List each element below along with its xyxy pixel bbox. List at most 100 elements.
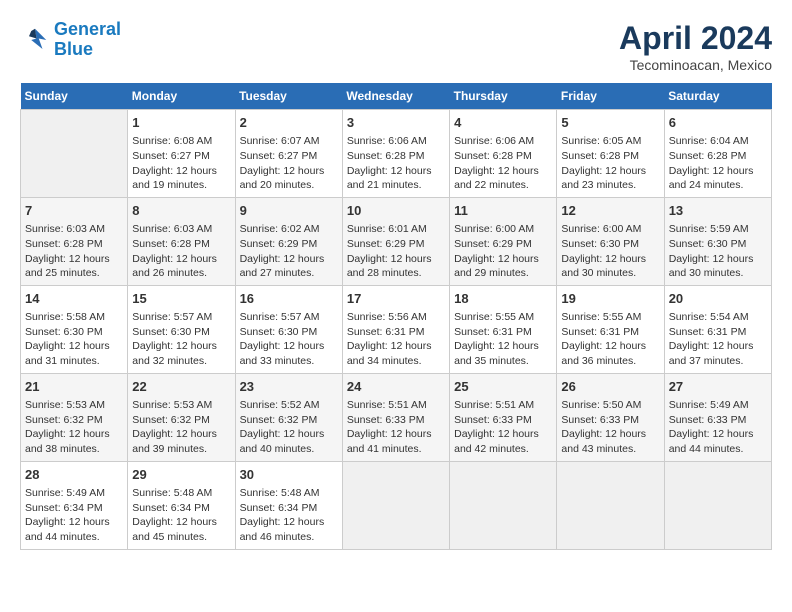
calendar-cell: 3 Sunrise: 6:06 AMSunset: 6:28 PMDaylight… xyxy=(342,110,449,198)
calendar-cell: 26Sunrise: 5:50 AMSunset: 6:33 PMDayligh… xyxy=(557,373,664,461)
title-area: April 2024 Tecominoacan, Mexico xyxy=(619,20,772,73)
day-number: 27 xyxy=(669,378,767,396)
day-number: 26 xyxy=(561,378,659,396)
day-info: Sunrise: 5:53 AMSunset: 6:32 PMDaylight:… xyxy=(25,398,123,457)
day-info: Sunrise: 5:53 AMSunset: 6:32 PMDaylight:… xyxy=(132,398,230,457)
logo-text: General xyxy=(54,20,121,40)
calendar-cell: 19 Sunrise: 5:55 AMSunset: 6:31 PMDayligh… xyxy=(557,285,664,373)
day-info: Sunrise: 5:48 AMSunset: 6:34 PMDaylight:… xyxy=(240,486,338,545)
day-number: 8 xyxy=(132,202,230,220)
calendar-week-5: 28Sunrise: 5:49 AMSunset: 6:34 PMDayligh… xyxy=(21,461,772,549)
day-info: Sunrise: 6:03 AMSunset: 6:28 PMDaylight:… xyxy=(132,222,230,281)
calendar-cell: 28Sunrise: 5:49 AMSunset: 6:34 PMDayligh… xyxy=(21,461,128,549)
calendar-cell: 9 Sunrise: 6:02 AMSunset: 6:29 PMDaylight… xyxy=(235,197,342,285)
day-number: 20 xyxy=(669,290,767,308)
day-number: 19 xyxy=(561,290,659,308)
calendar-week-4: 21 Sunrise: 5:53 AMSunset: 6:32 PMDayligh… xyxy=(21,373,772,461)
calendar-cell: 4 Sunrise: 6:06 AMSunset: 6:28 PMDaylight… xyxy=(450,110,557,198)
weekday-header-row: SundayMondayTuesdayWednesdayThursdayFrid… xyxy=(21,83,772,110)
calendar-week-2: 7Sunrise: 6:03 AMSunset: 6:28 PMDaylight… xyxy=(21,197,772,285)
day-number: 6 xyxy=(669,114,767,132)
day-number: 3 xyxy=(347,114,445,132)
weekday-header-saturday: Saturday xyxy=(664,83,771,110)
day-info: Sunrise: 6:06 AMSunset: 6:28 PMDaylight:… xyxy=(454,134,552,193)
logo: General Blue xyxy=(20,20,121,60)
weekday-header-sunday: Sunday xyxy=(21,83,128,110)
day-info: Sunrise: 5:52 AMSunset: 6:32 PMDaylight:… xyxy=(240,398,338,457)
day-info: Sunrise: 5:48 AMSunset: 6:34 PMDaylight:… xyxy=(132,486,230,545)
location-title: Tecominoacan, Mexico xyxy=(619,57,772,73)
day-info: Sunrise: 5:55 AMSunset: 6:31 PMDaylight:… xyxy=(561,310,659,369)
day-number: 21 xyxy=(25,378,123,396)
day-number: 22 xyxy=(132,378,230,396)
calendar-cell: 6 Sunrise: 6:04 AMSunset: 6:28 PMDaylight… xyxy=(664,110,771,198)
calendar-cell: 29Sunrise: 5:48 AMSunset: 6:34 PMDayligh… xyxy=(128,461,235,549)
calendar-cell: 30 Sunrise: 5:48 AMSunset: 6:34 PMDayligh… xyxy=(235,461,342,549)
day-info: Sunrise: 5:59 AMSunset: 6:30 PMDaylight:… xyxy=(669,222,767,281)
calendar-week-3: 14 Sunrise: 5:58 AMSunset: 6:30 PMDayligh… xyxy=(21,285,772,373)
calendar-cell: 11Sunrise: 6:00 AMSunset: 6:29 PMDayligh… xyxy=(450,197,557,285)
calendar-body: 1 Sunrise: 6:08 AMSunset: 6:27 PMDaylight… xyxy=(21,110,772,550)
day-number: 24 xyxy=(347,378,445,396)
day-info: Sunrise: 5:57 AMSunset: 6:30 PMDaylight:… xyxy=(132,310,230,369)
day-info: Sunrise: 6:08 AMSunset: 6:27 PMDaylight:… xyxy=(132,134,230,193)
day-info: Sunrise: 6:04 AMSunset: 6:28 PMDaylight:… xyxy=(669,134,767,193)
calendar-cell xyxy=(557,461,664,549)
weekday-header-friday: Friday xyxy=(557,83,664,110)
month-title: April 2024 xyxy=(619,20,772,57)
day-number: 9 xyxy=(240,202,338,220)
day-info: Sunrise: 6:07 AMSunset: 6:27 PMDaylight:… xyxy=(240,134,338,193)
calendar-cell: 1 Sunrise: 6:08 AMSunset: 6:27 PMDaylight… xyxy=(128,110,235,198)
calendar-cell xyxy=(342,461,449,549)
day-number: 4 xyxy=(454,114,552,132)
day-info: Sunrise: 5:49 AMSunset: 6:34 PMDaylight:… xyxy=(25,486,123,545)
day-info: Sunrise: 5:51 AMSunset: 6:33 PMDaylight:… xyxy=(347,398,445,457)
calendar-cell: 14 Sunrise: 5:58 AMSunset: 6:30 PMDayligh… xyxy=(21,285,128,373)
calendar-cell: 7Sunrise: 6:03 AMSunset: 6:28 PMDaylight… xyxy=(21,197,128,285)
day-info: Sunrise: 6:01 AMSunset: 6:29 PMDaylight:… xyxy=(347,222,445,281)
calendar-cell: 21 Sunrise: 5:53 AMSunset: 6:32 PMDayligh… xyxy=(21,373,128,461)
day-info: Sunrise: 6:02 AMSunset: 6:29 PMDaylight:… xyxy=(240,222,338,281)
page-header: General Blue April 2024 Tecominoacan, Me… xyxy=(20,20,772,73)
day-info: Sunrise: 5:51 AMSunset: 6:33 PMDaylight:… xyxy=(454,398,552,457)
day-number: 2 xyxy=(240,114,338,132)
day-info: Sunrise: 5:55 AMSunset: 6:31 PMDaylight:… xyxy=(454,310,552,369)
calendar-cell: 18 Sunrise: 5:55 AMSunset: 6:31 PMDayligh… xyxy=(450,285,557,373)
day-info: Sunrise: 6:00 AMSunset: 6:30 PMDaylight:… xyxy=(561,222,659,281)
day-number: 18 xyxy=(454,290,552,308)
calendar-cell: 5Sunrise: 6:05 AMSunset: 6:28 PMDaylight… xyxy=(557,110,664,198)
day-number: 14 xyxy=(25,290,123,308)
day-info: Sunrise: 5:58 AMSunset: 6:30 PMDaylight:… xyxy=(25,310,123,369)
day-info: Sunrise: 5:49 AMSunset: 6:33 PMDaylight:… xyxy=(669,398,767,457)
day-info: Sunrise: 6:06 AMSunset: 6:28 PMDaylight:… xyxy=(347,134,445,193)
calendar-cell: 17 Sunrise: 5:56 AMSunset: 6:31 PMDayligh… xyxy=(342,285,449,373)
weekday-header-thursday: Thursday xyxy=(450,83,557,110)
day-number: 5 xyxy=(561,114,659,132)
weekday-header-tuesday: Tuesday xyxy=(235,83,342,110)
calendar-cell xyxy=(21,110,128,198)
day-number: 15 xyxy=(132,290,230,308)
day-number: 25 xyxy=(454,378,552,396)
day-number: 13 xyxy=(669,202,767,220)
calendar-cell: 10 Sunrise: 6:01 AMSunset: 6:29 PMDayligh… xyxy=(342,197,449,285)
day-number: 1 xyxy=(132,114,230,132)
calendar-cell: 20 Sunrise: 5:54 AMSunset: 6:31 PMDayligh… xyxy=(664,285,771,373)
day-number: 30 xyxy=(240,466,338,484)
calendar-cell xyxy=(450,461,557,549)
day-number: 12 xyxy=(561,202,659,220)
day-info: Sunrise: 5:56 AMSunset: 6:31 PMDaylight:… xyxy=(347,310,445,369)
day-info: Sunrise: 5:57 AMSunset: 6:30 PMDaylight:… xyxy=(240,310,338,369)
weekday-header-monday: Monday xyxy=(128,83,235,110)
logo-text2: Blue xyxy=(54,40,121,60)
calendar-cell: 22 Sunrise: 5:53 AMSunset: 6:32 PMDayligh… xyxy=(128,373,235,461)
calendar-cell: 25 Sunrise: 5:51 AMSunset: 6:33 PMDayligh… xyxy=(450,373,557,461)
calendar-cell: 24 Sunrise: 5:51 AMSunset: 6:33 PMDayligh… xyxy=(342,373,449,461)
day-number: 17 xyxy=(347,290,445,308)
calendar-table: SundayMondayTuesdayWednesdayThursdayFrid… xyxy=(20,83,772,550)
calendar-cell: 27 Sunrise: 5:49 AMSunset: 6:33 PMDayligh… xyxy=(664,373,771,461)
calendar-cell xyxy=(664,461,771,549)
day-number: 10 xyxy=(347,202,445,220)
day-number: 11 xyxy=(454,202,552,220)
day-info: Sunrise: 5:54 AMSunset: 6:31 PMDaylight:… xyxy=(669,310,767,369)
day-info: Sunrise: 6:03 AMSunset: 6:28 PMDaylight:… xyxy=(25,222,123,281)
